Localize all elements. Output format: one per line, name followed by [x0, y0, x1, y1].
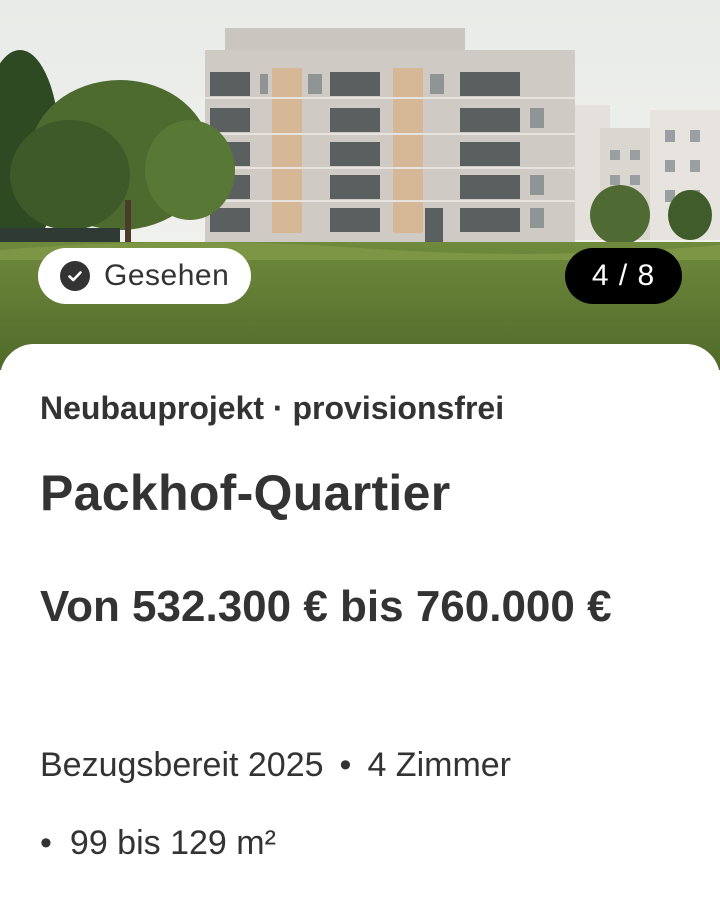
listing-title[interactable]: Packhof-Quartier [40, 464, 450, 522]
seen-badge: Gesehen [38, 248, 252, 304]
listing-attributes: Bezugsbereit 2025 • 4 Zimmer [40, 746, 511, 785]
separator-dot: • [339, 746, 352, 784]
listing-photo[interactable]: Gesehen 4 / 8 [0, 0, 720, 370]
project-type: Neubauprojekt · provisionsfrei [40, 390, 505, 426]
separator-dot: • [40, 824, 52, 862]
rooms: 4 Zimmer [367, 746, 512, 784]
living-area: 99 bis 129 m² [69, 824, 276, 862]
image-counter: 4 / 8 [565, 248, 682, 304]
building-photo-illustration [0, 0, 720, 370]
listing-attributes-cont: • 99 bis 129 m² [40, 824, 276, 863]
seen-label: Gesehen [104, 259, 230, 292]
price-range: Von 532.300 € bis 760.000 € [40, 582, 612, 631]
listing-details: Neubauprojekt · provisionsfrei Packhof-Q… [0, 344, 720, 909]
check-circle-icon [60, 261, 90, 291]
availability: Bezugsbereit 2025 [40, 746, 324, 784]
listing-card[interactable]: Gesehen 4 / 8 Neubauprojekt · provisions… [0, 0, 720, 909]
